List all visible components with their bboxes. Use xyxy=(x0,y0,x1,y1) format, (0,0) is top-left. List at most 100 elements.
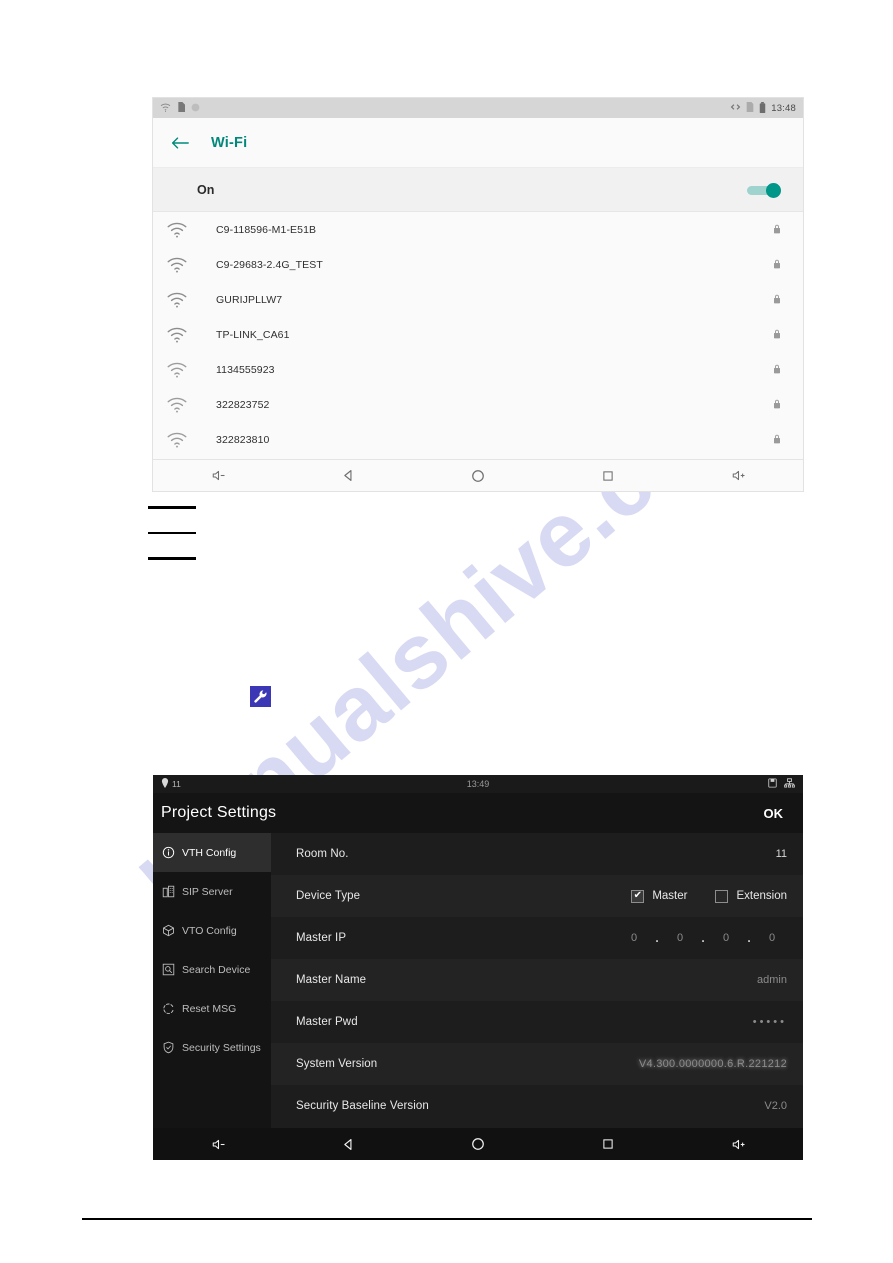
settings-body: VTH Config SIP Server VTO Config Search … xyxy=(153,833,803,1128)
master-pwd-value[interactable]: ••••• xyxy=(753,1016,787,1028)
row-master-name[interactable]: Master Name admin xyxy=(271,959,803,1001)
status-bar-right-icons xyxy=(768,778,795,790)
status-bar-clock: 13:48 xyxy=(771,102,796,114)
lock-icon xyxy=(773,396,781,414)
page-title: Project Settings xyxy=(161,804,277,821)
settings-content: Room No. 11 Device Type ✔ Master ✔ Exten… xyxy=(271,833,803,1128)
ip-octet-2[interactable]: 0 xyxy=(665,932,695,944)
checkbox-master-label: Master xyxy=(652,890,688,902)
lock-icon xyxy=(773,431,781,449)
ip-separator: . xyxy=(747,931,751,945)
redaction-bar xyxy=(148,557,196,560)
ip-octet-3[interactable]: 0 xyxy=(711,932,741,944)
sidebar-item-vth-config[interactable]: VTH Config xyxy=(153,833,271,872)
device-type-options: ✔ Master ✔ Extension xyxy=(631,889,787,903)
sidebar-item-label: Security Settings xyxy=(182,1041,261,1054)
sidebar-item-reset-msg[interactable]: Reset MSG xyxy=(153,989,271,1028)
wifi-screenshot: 13:48 Wi-Fi On C9-118596-M1-E51B C9-2968… xyxy=(153,98,803,491)
toggle-knob xyxy=(766,182,781,198)
checkbox-extension-box[interactable]: ✔ xyxy=(715,889,729,903)
ip-octet-4[interactable]: 0 xyxy=(757,932,787,944)
sidebar-item-label: VTH Config xyxy=(182,846,237,859)
volume-up-icon[interactable] xyxy=(718,465,758,487)
row-label: System Version xyxy=(296,1058,378,1070)
wifi-network-list: C9-118596-M1-E51B C9-29683-2.4G_TEST GUR… xyxy=(153,212,803,457)
row-label: Master IP xyxy=(296,932,347,944)
sidebar-item-security-settings[interactable]: Security Settings xyxy=(153,1028,271,1067)
search-box-icon xyxy=(161,963,175,977)
sidebar-item-sip-server[interactable]: SIP Server xyxy=(153,872,271,911)
sidebar-item-label: VTO Config xyxy=(182,924,237,937)
sidebar-item-search-device[interactable]: Search Device xyxy=(153,950,271,989)
row-label: Master Pwd xyxy=(296,1016,358,1028)
sidebar-item-label: Reset MSG xyxy=(182,1002,237,1015)
master-ip-field[interactable]: 0 . 0 . 0 . 0 xyxy=(619,931,787,945)
checkbox-master-box[interactable]: ✔ xyxy=(631,889,645,903)
list-item[interactable]: 1134555923 xyxy=(153,352,803,387)
list-item[interactable]: TP-LINK_CA61 xyxy=(153,317,803,352)
sidebar-item-label: SIP Server xyxy=(182,885,233,898)
wifi-enable-row[interactable]: On xyxy=(153,168,803,212)
status-bar-right-icons: 13:48 xyxy=(730,101,796,115)
home-icon[interactable] xyxy=(458,465,498,487)
system-version-value: V4.300.0000000.6.R.221212 xyxy=(638,1058,787,1070)
recents-icon[interactable] xyxy=(588,465,628,487)
sidebar-item-vto-config[interactable]: VTO Config xyxy=(153,911,271,950)
wrench-icon xyxy=(250,686,271,707)
wifi-state-label: On xyxy=(197,182,215,197)
volume-up-icon[interactable] xyxy=(718,1133,758,1155)
row-label: Device Type xyxy=(296,890,361,902)
wifi-signal-icon xyxy=(167,292,187,308)
row-security-baseline-version: Security Baseline Version V2.0 xyxy=(271,1085,803,1127)
room-no-value: 11 xyxy=(775,848,787,860)
info-circle-icon xyxy=(161,846,175,860)
wifi-signal-icon xyxy=(167,432,187,448)
lock-icon xyxy=(773,221,781,239)
ip-separator: . xyxy=(701,931,705,945)
row-room-no[interactable]: Room No. 11 xyxy=(271,833,803,875)
wifi-ssid-label: GURIJPLLW7 xyxy=(216,293,283,306)
ip-octet-1[interactable]: 0 xyxy=(619,932,649,944)
back-arrow-icon[interactable] xyxy=(167,130,193,156)
home-icon[interactable] xyxy=(458,1133,498,1155)
list-item[interactable]: C9-118596-M1-E51B xyxy=(153,212,803,247)
settings-title-bar: Project Settings OK xyxy=(153,793,803,833)
wifi-ssid-label: TP-LINK_CA61 xyxy=(216,328,290,341)
volume-down-icon[interactable] xyxy=(198,1133,238,1155)
back-icon[interactable] xyxy=(328,1133,368,1155)
list-item[interactable]: GURIJPLLW7 xyxy=(153,282,803,317)
row-label: Room No. xyxy=(296,848,349,860)
wifi-navigation-bar xyxy=(153,459,803,491)
security-baseline-version-value: V2.0 xyxy=(764,1100,787,1112)
lock-icon xyxy=(773,291,781,309)
ip-separator: . xyxy=(655,931,659,945)
row-master-pwd[interactable]: Master Pwd ••••• xyxy=(271,1001,803,1043)
wifi-signal-icon xyxy=(167,397,187,413)
page-title: Wi-Fi xyxy=(211,134,248,151)
list-item[interactable]: 322823810 xyxy=(153,422,803,457)
ok-button[interactable]: OK xyxy=(764,806,784,821)
list-item[interactable]: 322823752 xyxy=(153,387,803,422)
document-page: manualshive.com 13:48 Wi-Fi On C9-118596… xyxy=(0,0,893,1263)
wifi-signal-icon xyxy=(167,327,187,343)
row-device-type[interactable]: Device Type ✔ Master ✔ Extension xyxy=(271,875,803,917)
circle-icon xyxy=(191,103,200,114)
redaction-bar xyxy=(148,506,196,509)
checkbox-extension[interactable]: ✔ Extension xyxy=(715,889,787,903)
row-label: Security Baseline Version xyxy=(296,1100,429,1112)
recents-icon[interactable] xyxy=(588,1133,628,1155)
checkbox-master[interactable]: ✔ Master xyxy=(631,889,688,903)
battery-icon xyxy=(759,101,766,115)
wifi-status-bar: 13:48 xyxy=(153,98,803,118)
master-name-value[interactable]: admin xyxy=(757,974,787,986)
lock-icon xyxy=(773,256,781,274)
wifi-toggle-switch[interactable] xyxy=(747,182,781,198)
wifi-ssid-label: 1134555923 xyxy=(216,363,275,376)
back-icon[interactable] xyxy=(328,465,368,487)
volume-down-icon[interactable] xyxy=(198,465,238,487)
wifi-signal-icon xyxy=(167,362,187,378)
row-master-ip[interactable]: Master IP 0 . 0 . 0 . 0 xyxy=(271,917,803,959)
list-item[interactable]: C9-29683-2.4G_TEST xyxy=(153,247,803,282)
ethernet-icon xyxy=(784,778,795,790)
footer-divider xyxy=(82,1218,812,1220)
